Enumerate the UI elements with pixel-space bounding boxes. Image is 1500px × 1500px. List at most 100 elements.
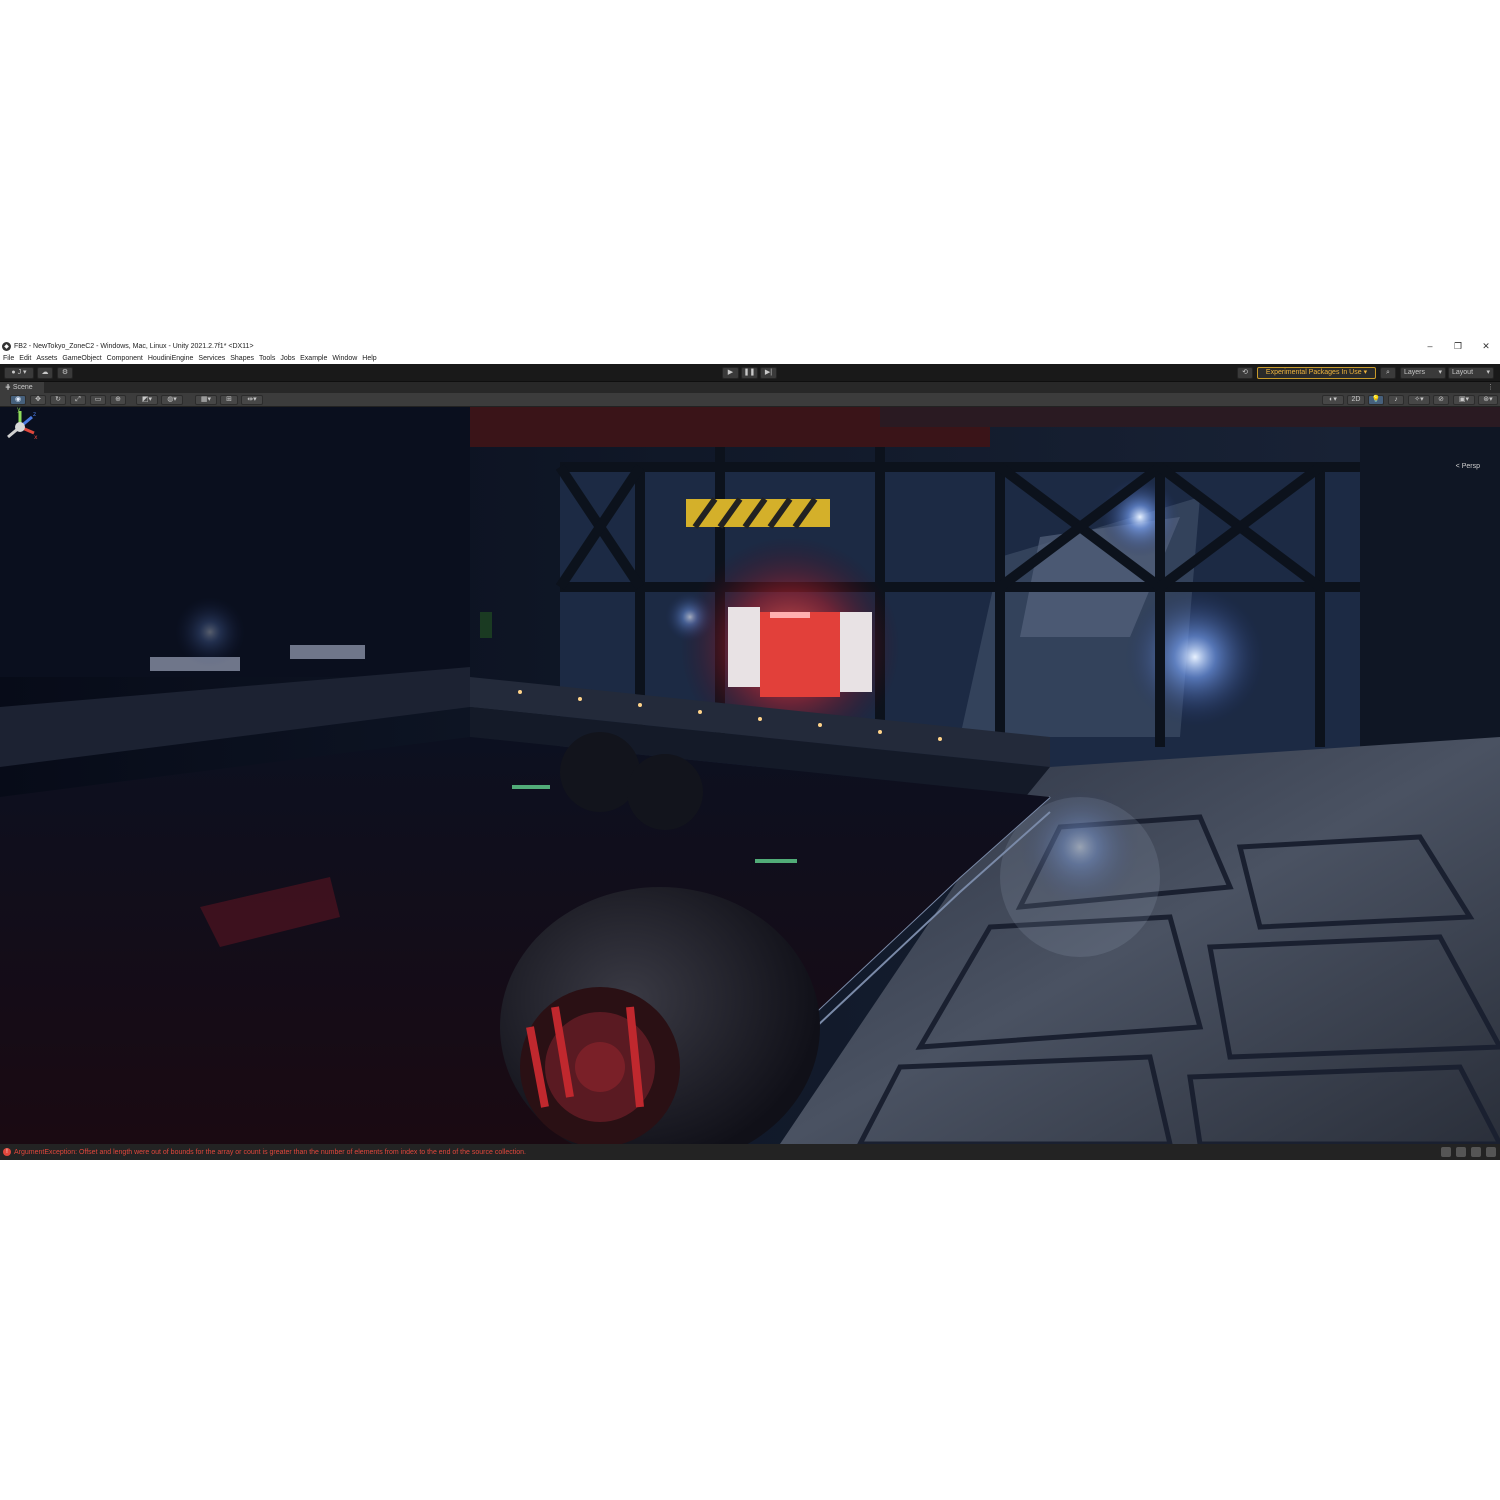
audio-icon: ♪ (1394, 396, 1398, 403)
menu-shapes[interactable]: Shapes (230, 355, 254, 362)
lighting-toggle-button[interactable]: 💡 (1368, 395, 1384, 405)
transform-tool-button[interactable]: ⊕ (110, 395, 126, 405)
minimize-button[interactable]: – (1416, 340, 1444, 353)
experimental-packages-button[interactable]: Experimental Packages In Use ▾ (1257, 367, 1376, 379)
unity-logo-icon: ◆ (2, 342, 11, 351)
shading-icon: ◐▾ (1329, 396, 1337, 403)
play-icon: ▶ (727, 369, 734, 376)
orientation-gizmo[interactable]: y x z (0, 407, 40, 447)
tab-scene-label: Scene (12, 384, 33, 391)
status-bar[interactable]: ! ArgumentException: Offset and length w… (0, 1144, 1500, 1160)
gizmo-icon: ⊛▾ (1483, 396, 1493, 403)
collab-button[interactable]: ⚙ (57, 367, 73, 379)
rect-tool-button[interactable]: ▭ (90, 395, 106, 405)
menu-help[interactable]: Help (362, 355, 376, 362)
grid-icon: ▦▾ (200, 396, 212, 403)
rect-icon: ▭ (94, 396, 102, 403)
camera-icon: ▣▾ (1458, 396, 1470, 403)
search-button[interactable]: ⌕ (1380, 367, 1396, 379)
step-button[interactable]: ▶| (760, 367, 777, 379)
camera-dropdown[interactable]: ▣▾ (1453, 395, 1475, 405)
view-tool-button[interactable]: ◉ (10, 395, 26, 405)
account-dropdown[interactable]: ● J ▾ (4, 367, 34, 379)
pause-icon: ❚❚ (743, 369, 756, 376)
scene-viewport[interactable]: y x z < Persp (0, 407, 1500, 1144)
move-icon: ✥ (35, 396, 41, 403)
move-tool-button[interactable]: ✥ (30, 395, 46, 405)
menu-bar: File Edit Assets GameObject Component Ho… (0, 353, 1500, 364)
error-icon: ! (3, 1148, 11, 1156)
pivot-dropdown[interactable]: ◩▾ (136, 395, 158, 405)
layers-dropdown[interactable]: Layers (1400, 367, 1446, 379)
2d-toggle-button[interactable]: 2D (1347, 395, 1365, 405)
gear-icon: ⚙ (61, 369, 69, 376)
audio-toggle-button[interactable]: ♪ (1388, 395, 1404, 405)
debug-icon[interactable] (1471, 1147, 1481, 1157)
grid-snap-dropdown[interactable]: ▦▾ (195, 395, 217, 405)
hidden-objects-button[interactable]: ⊘ (1433, 395, 1449, 405)
account-icon: ● (11, 369, 16, 376)
progress-icon[interactable] (1441, 1147, 1451, 1157)
tab-scene[interactable]: ⋕ Scene (0, 382, 44, 393)
projection-label[interactable]: < Persp (1456, 463, 1480, 470)
draw-mode-dropdown[interactable]: ◐▾ (1322, 395, 1344, 405)
scene-grid-icon: ⋕ (5, 384, 11, 391)
rotate-tool-button[interactable]: ↻ (50, 395, 66, 405)
transform-icon: ⊕ (115, 396, 121, 403)
menu-gameobject[interactable]: GameObject (62, 355, 101, 362)
menu-houdiniengine[interactable]: HoudiniEngine (148, 355, 194, 362)
menu-assets[interactable]: Assets (36, 355, 57, 362)
globe-icon: ◍▾ (167, 396, 177, 403)
scale-tool-button[interactable]: ⤢ (70, 395, 86, 405)
play-button[interactable]: ▶ (722, 367, 739, 379)
rotate-icon: ↻ (55, 396, 61, 403)
align-icon: ⇹▾ (247, 396, 257, 403)
scene-toolbar: ◉ ✥ ↻ ⤢ ▭ ⊕ ◩▾ ◍▾ ▦▾ ⊞ ⇹▾ ◐▾ 2D 💡 ♪ ✧▾ ⊘… (0, 393, 1500, 407)
gizmo-z-label: z (33, 411, 36, 418)
light-bulb-icon: 💡 (1371, 396, 1381, 403)
unity-editor-window: ◆ FB2 - NewTokyo_ZoneC2 - Windows, Mac, … (0, 340, 1500, 1160)
cloud-icon: ☁ (41, 369, 49, 376)
main-toolbar: ● J ▾ ☁ ⚙ ▶ ❚❚ ▶| ⟲ Experimental Package… (0, 364, 1500, 382)
close-button[interactable]: ✕ (1472, 340, 1500, 353)
checkmark-icon[interactable] (1486, 1147, 1496, 1157)
title-bar: ◆ FB2 - NewTokyo_ZoneC2 - Windows, Mac, … (0, 340, 1500, 353)
menu-tools[interactable]: Tools (259, 355, 275, 362)
search-icon: ⌕ (1386, 369, 1390, 376)
snap-increment-button[interactable]: ⊞ (220, 395, 238, 405)
menu-file[interactable]: File (3, 355, 14, 362)
account-label: J (17, 369, 22, 376)
gizmo-x-label: x (34, 434, 38, 441)
error-message[interactable]: ArgumentException: Offset and length wer… (14, 1149, 526, 1156)
pause-button[interactable]: ❚❚ (741, 367, 758, 379)
menu-edit[interactable]: Edit (19, 355, 31, 362)
menu-component[interactable]: Component (107, 355, 143, 362)
step-icon: ▶| (764, 369, 773, 376)
menu-services[interactable]: Services (198, 355, 225, 362)
scene-render (0, 407, 1500, 1144)
tab-menu-icon[interactable]: ⋮ (1487, 382, 1494, 393)
history-icon: ⟲ (1242, 369, 1248, 376)
cloud-button[interactable]: ☁ (37, 367, 53, 379)
window-title: FB2 - NewTokyo_ZoneC2 - Windows, Mac, Li… (14, 343, 254, 350)
align-dropdown[interactable]: ⇹▾ (241, 395, 263, 405)
effects-dropdown[interactable]: ✧▾ (1408, 395, 1430, 405)
2d-label: 2D (1351, 396, 1361, 403)
maximize-button[interactable]: ❐ (1444, 340, 1472, 353)
menu-example[interactable]: Example (300, 355, 327, 362)
pivot-icon: ◩▾ (141, 396, 153, 403)
history-button[interactable]: ⟲ (1237, 367, 1253, 379)
window-controls: – ❐ ✕ (1416, 340, 1500, 353)
effects-icon: ✧▾ (1414, 396, 1424, 403)
scale-icon: ⤢ (75, 396, 81, 403)
status-icons (1436, 1147, 1496, 1157)
cache-icon[interactable] (1456, 1147, 1466, 1157)
tab-bar: ⋕ Scene ⋮ (0, 382, 1500, 393)
menu-window[interactable]: Window (332, 355, 357, 362)
gizmos-dropdown[interactable]: ⊛▾ (1478, 395, 1498, 405)
snap-icon: ⊞ (226, 396, 232, 403)
layout-dropdown[interactable]: Layout (1448, 367, 1494, 379)
eye-icon: ◉ (14, 396, 22, 403)
global-dropdown[interactable]: ◍▾ (161, 395, 183, 405)
menu-jobs[interactable]: Jobs (280, 355, 295, 362)
